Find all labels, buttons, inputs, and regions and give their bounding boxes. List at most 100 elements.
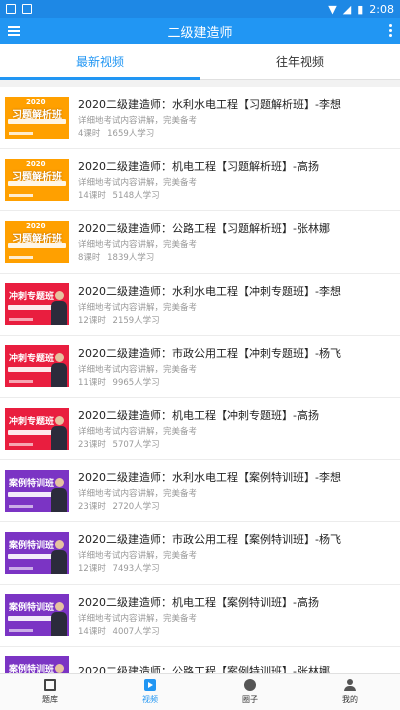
course-title: 2020二级建造师：水利水电工程【案例特训班】-李想 [78,471,341,485]
course-thumbnail: 案例特训班 [5,469,69,512]
list-item[interactable]: 2020 习题解析班 2020二级建造师：机电工程【习题解析班】-高扬 详细地考… [0,149,400,212]
thumbnail-year: 2020 [26,159,46,168]
list-item[interactable]: 案例特训班 2020二级建造师：市政公用工程【案例特训班】-杨飞 详细地考试内容… [0,522,400,585]
learner-count: 2720人学习 [112,502,160,513]
course-description: 详细地考试内容讲解，完美备考 [78,551,198,562]
course-meta: 11课时 9965人学习 [78,376,400,388]
lesson-count: 14课时 [78,191,106,202]
lesson-count: 11课时 [78,377,106,388]
wifi-icon: ▼ [328,2,337,16]
course-info: 2020二级建造师：水利水电工程【冲刺专题班】-李想 详细地考试内容讲解，完美备… [78,283,400,326]
course-thumbnail: 冲刺专题班 [5,407,69,450]
course-title: 2020二级建造师：公路工程【习题解析班】-张林娜 [78,222,330,236]
course-thumbnail: 2020 习题解析班 [5,158,69,201]
course-info: 2020二级建造师：公路工程【案例特训班】-张林娜 [78,663,400,673]
instructor-photo [51,291,67,326]
more-options-icon[interactable] [389,24,392,37]
thumbnail-subtitle-strip [8,180,66,186]
course-description: 详细地考试内容讲解，完美备考 [78,178,198,189]
page-title: 二级建造师 [167,25,233,41]
thumbnail-banner: 冲刺专题班 [9,354,55,365]
course-meta: 4课时 1659人学习 [78,127,400,139]
thumbnail-footer [9,442,33,446]
course-meta: 12课时 7493人学习 [78,562,400,574]
course-info: 2020二级建造师：水利水电工程【案例特训班】-李想 详细地考试内容讲解，完美备… [78,469,400,512]
learner-count: 5707人学习 [112,440,160,451]
course-description: 详细地考试内容讲解，完美备考 [78,302,198,313]
list-item[interactable]: 案例特训班 2020二级建造师：水利水电工程【案例特训班】-李想 详细地考试内容… [0,460,400,523]
status-time: 2:08 [369,2,394,16]
course-title: 2020二级建造师：水利水电工程【习题解析班】-李想 [78,98,341,112]
instructor-photo [51,602,67,637]
lesson-count: 23课时 [78,440,106,451]
course-title: 2020二级建造师：公路工程【案例特训班】-张林娜 [78,665,330,673]
course-thumbnail: 案例特训班 [5,656,69,673]
nav-label: 我的 [342,695,358,704]
instructor-photo [51,539,67,574]
tab-past-videos[interactable]: 往年视频 [200,44,400,79]
nav-community[interactable]: 圈子 [200,674,300,710]
list-item[interactable]: 冲刺专题班 2020二级建造师：机电工程【冲刺专题班】-高扬 详细地考试内容讲解… [0,398,400,461]
instructor-photo [51,353,67,388]
signal-icon: ◢ [342,2,352,16]
course-info: 2020二级建造师：机电工程【习题解析班】-高扬 详细地考试内容讲解，完美备考 … [78,158,400,201]
course-meta: 8课时 1839人学习 [78,251,400,263]
nav-label: 圈子 [242,695,258,704]
nav-question-bank[interactable]: 题库 [0,674,100,710]
course-meta: 14课时 4007人学习 [78,625,400,637]
course-description: 详细地考试内容讲解，完美备考 [78,613,198,624]
course-thumbnail: 案例特训班 [5,594,69,637]
tab-latest-videos[interactable]: 最新视频 [0,44,200,80]
course-thumbnail: 冲刺专题班 [5,345,69,388]
lesson-count: 8课时 [78,253,101,264]
thumbnail-footer [9,131,33,135]
course-meta: 23课时 2720人学习 [78,500,400,512]
learner-count: 1839人学习 [107,253,155,264]
thumbnail-year: 2020 [26,221,46,230]
thumbnail-year: 2020 [26,97,46,106]
thumbnail-banner: 案例特训班 [9,478,55,489]
list-item[interactable]: 2020 习题解析班 2020二级建造师：公路工程【习题解析班】-张林娜 详细地… [0,211,400,274]
instructor-photo [51,415,67,450]
thumbnail-banner: 案例特训班 [9,603,55,614]
learner-count: 4007人学习 [112,626,160,637]
thumbnail-banner: 案例特训班 [9,540,55,551]
course-description: 详细地考试内容讲解，完美备考 [78,240,198,251]
community-icon [244,679,256,691]
thumbnail-footer [9,566,33,570]
list-item[interactable]: 2020 习题解析班 2020二级建造师：水利水电工程【习题解析班】-李想 详细… [0,87,400,150]
app-notification-icon [22,4,32,14]
learner-count: 2159人学习 [112,315,160,326]
thumbnail-subtitle-strip [8,242,66,248]
course-title: 2020二级建造师：机电工程【冲刺专题班】-高扬 [78,409,319,423]
list-item[interactable]: 冲刺专题班 2020二级建造师：市政公用工程【冲刺专题班】-杨飞 详细地考试内容… [0,336,400,398]
battery-icon: ▮ [357,2,364,16]
menu-icon[interactable] [0,18,28,44]
course-title: 2020二级建造师：市政公用工程【冲刺专题班】-杨飞 [78,346,341,360]
course-info: 2020二级建造师：公路工程【习题解析班】-张林娜 详细地考试内容讲解，完美备考… [78,220,400,263]
thumbnail-footer [9,255,33,259]
nav-profile[interactable]: 我的 [300,674,400,710]
course-title: 2020二级建造师：机电工程【案例特训班】-高扬 [78,595,319,609]
course-info: 2020二级建造师：水利水电工程【习题解析班】-李想 详细地考试内容讲解，完美备… [78,96,400,139]
thumbnail-footer [9,318,33,322]
list-item[interactable]: 案例特训班 2020二级建造师：机电工程【案例特训班】-高扬 详细地考试内容讲解… [0,585,400,647]
course-title: 2020二级建造师：机电工程【习题解析班】-高扬 [78,160,319,174]
nav-label: 题库 [42,695,58,704]
course-meta: 14课时 5148人学习 [78,189,400,201]
thumbnail-footer [9,193,33,197]
course-info: 2020二级建造师：市政公用工程【案例特训班】-杨飞 详细地考试内容讲解，完美备… [78,531,400,574]
thumbnail-footer [9,380,33,384]
profile-icon [344,679,356,691]
app-bar: 二级建造师 [0,18,400,44]
nav-label: 视频 [142,695,158,704]
video-icon [144,679,156,691]
list-item[interactable]: 案例特训班 2020二级建造师：公路工程【案例特训班】-张林娜 [0,647,400,673]
learner-count: 7493人学习 [112,564,160,575]
nav-video[interactable]: 视频 [100,674,200,710]
list-item[interactable]: 冲刺专题班 2020二级建造师：水利水电工程【冲刺专题班】-李想 详细地考试内容… [0,274,400,336]
bottom-navigation: 题库 视频 圈子 我的 [0,673,400,710]
course-thumbnail: 2020 习题解析班 [5,220,69,263]
lesson-count: 12课时 [78,564,106,575]
learner-count: 9965人学习 [112,377,160,388]
